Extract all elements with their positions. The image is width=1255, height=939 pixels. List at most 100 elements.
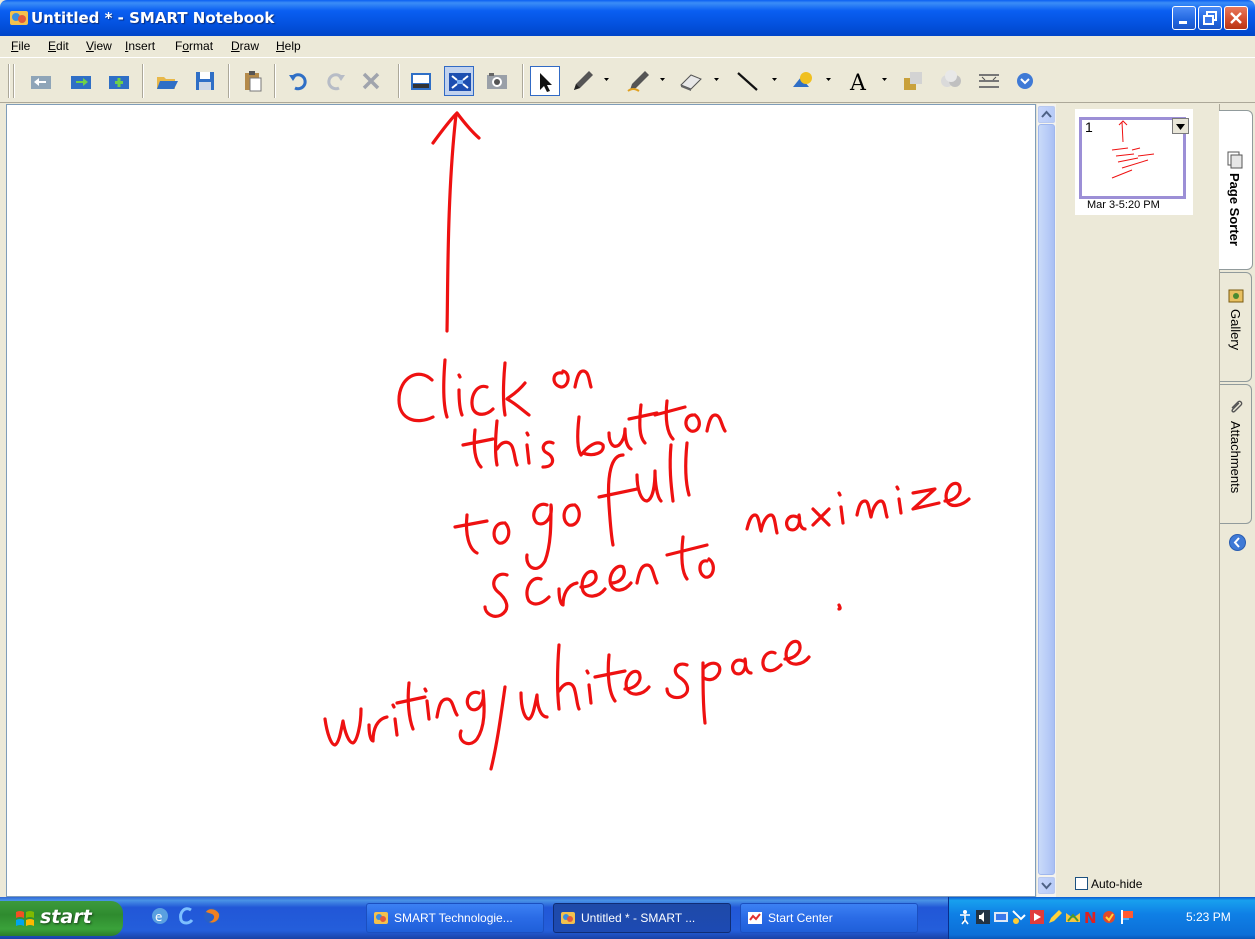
taskbar-item-label: SMART Technologie... [394,911,513,925]
fill-button[interactable] [898,66,928,96]
menu-view-accel: V [86,39,94,53]
page-menu-dropdown[interactable] [1172,118,1189,134]
open-button[interactable] [152,66,182,96]
main-toolbar: A [0,57,1255,103]
eraser-icon [680,74,702,91]
title-bar[interactable]: Untitled * - SMART Notebook [0,0,1255,36]
canvas-vertical-scrollbar[interactable] [1036,104,1056,897]
tab-attachments[interactable]: Attachments [1220,384,1252,524]
text-dropdown-icon[interactable] [882,78,887,81]
taskbar-item-untitled-smart[interactable]: Untitled * - SMART ... [553,903,731,933]
line-button[interactable] [732,66,762,96]
eraser-button[interactable] [676,66,706,96]
creative-pen-dropdown-icon[interactable] [660,78,665,81]
scroll-down-button[interactable] [1038,877,1055,894]
pen-dropdown-icon[interactable] [604,78,609,81]
ink-to-t [453,513,489,555]
restore-button[interactable] [1198,6,1222,30]
minimize-button[interactable] [1172,6,1196,30]
taskbar-item-start-center[interactable]: Start Center [740,903,918,933]
restore-icon [1203,11,1217,25]
redo-button[interactable] [320,66,350,96]
scroll-up-button[interactable] [1038,106,1055,123]
tab-page-sorter[interactable]: Page Sorter [1219,110,1253,270]
internet-explorer-icon[interactable] [176,906,196,926]
line-dropdown-icon[interactable] [772,78,777,81]
capture-button[interactable] [482,66,512,96]
auto-hide-toggle[interactable]: Auto-hide [1075,877,1142,891]
full-screen-button[interactable] [444,66,474,96]
security-icon[interactable] [1101,909,1117,925]
tab-gallery[interactable]: Gallery [1220,272,1252,382]
ink-white-w [519,691,549,721]
move-toolbar-button[interactable] [974,66,1004,96]
svg-text:A: A [849,71,867,93]
menu-view-label: iew [93,39,112,53]
toolbar-grip[interactable] [8,64,10,98]
volume-icon[interactable] [975,909,991,925]
accessibility-icon[interactable] [957,909,973,925]
shapes-button[interactable] [788,66,818,96]
mail-icon[interactable] [1065,909,1081,925]
network-icon[interactable] [993,909,1009,925]
menu-format[interactable]: Format [175,39,213,53]
collapse-panel-button[interactable] [1229,534,1246,551]
ink-this-h [493,419,519,467]
properties-button[interactable] [936,66,966,96]
minimize-icon [1179,21,1187,24]
menu-edit[interactable]: Edit [48,39,69,53]
show-desktop-icon[interactable]: e [150,906,170,926]
menu-help[interactable]: Help [276,39,301,53]
more-tools-button[interactable] [1010,66,1040,96]
pen-tray-icon[interactable] [1047,909,1063,925]
blank-page-button[interactable] [104,66,134,96]
page-thumbnail-card[interactable]: 1 Mar 3-5:20 PM [1075,109,1193,215]
blank-page-icon [109,76,129,89]
scroll-thumb[interactable] [1038,124,1055,875]
flag-icon[interactable] [1119,909,1135,925]
ink-space-p [701,661,722,725]
media-icon[interactable] [1029,909,1045,925]
firefox-icon[interactable] [202,906,222,926]
menu-insert[interactable]: Insert [125,39,155,53]
next-page-button[interactable] [66,66,96,96]
previous-page-button[interactable] [26,66,56,96]
auto-hide-checkbox[interactable] [1075,877,1088,890]
menu-format-label: rmat [189,39,214,53]
ink-space-e [783,639,811,666]
system-clock[interactable]: 5:23 PM [1186,910,1231,924]
save-button[interactable] [190,66,220,96]
smart-notebook-icon [561,912,575,924]
paste-button[interactable] [238,66,268,96]
norton-icon[interactable]: N [1083,909,1099,925]
delete-button[interactable] [356,66,386,96]
display-icon[interactable] [1011,909,1027,925]
eraser-dropdown-icon[interactable] [714,78,719,81]
menu-file[interactable]: File [11,39,30,53]
text-button[interactable]: A [844,66,874,96]
redo-icon [327,73,345,91]
undo-button[interactable] [284,66,314,96]
page-thumbnail[interactable] [1079,117,1186,199]
ink-max-x [811,507,831,527]
menu-view[interactable]: View [86,39,112,53]
menu-draw[interactable]: Draw [231,39,259,53]
close-button[interactable] [1224,6,1248,30]
delete-icon [362,72,380,90]
ink-white-h [555,643,581,711]
toolbar-separator-2 [228,64,230,98]
smart-notebook-app-icon[interactable] [9,9,29,27]
creative-pen-button[interactable] [624,66,654,96]
start-center-icon [748,912,762,924]
fill-icon [904,72,922,90]
ink-button-b [576,415,605,457]
shapes-dropdown-icon[interactable] [826,78,831,81]
taskbar-item-smart-technologies[interactable]: SMART Technologie... [366,903,544,933]
whiteboard-canvas[interactable] [6,104,1036,897]
start-button[interactable]: start [0,901,123,936]
toolbar-separator-3 [274,64,276,98]
screen-shade-button[interactable] [406,66,436,96]
pen-button[interactable] [568,66,598,96]
ink-screen-c [525,576,551,606]
select-button[interactable] [530,66,560,96]
